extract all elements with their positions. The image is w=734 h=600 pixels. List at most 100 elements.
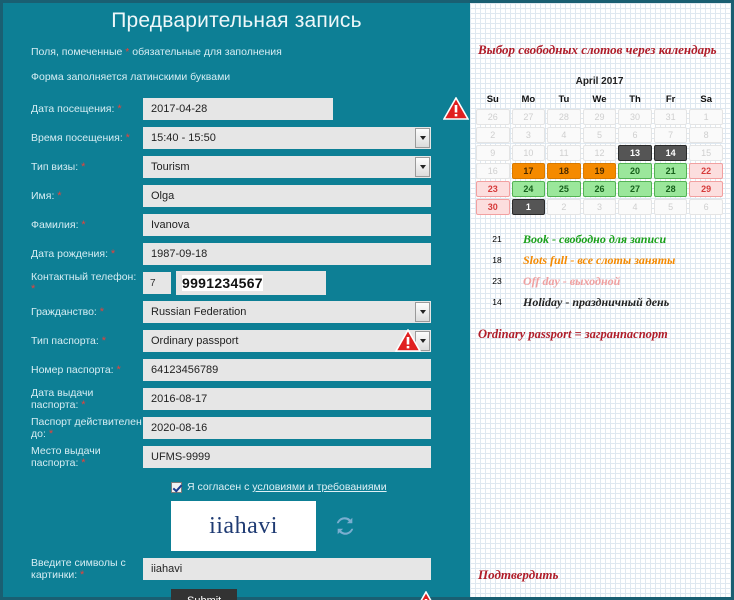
calendar-day-cell[interactable]: 20 xyxy=(618,163,652,179)
select-value[interactable]: Russian Federation xyxy=(143,301,431,323)
calendar-day-cell: 15 xyxy=(689,145,723,161)
captcha-row: iiahavi xyxy=(171,501,470,551)
calendar-widget[interactable]: April 2017 Su Mo Tu We Th Fr Sa 26 27 28 29 30 31 1 2… xyxy=(474,76,725,217)
required-star: * xyxy=(116,364,121,376)
select-value[interactable]: 15:40 - 15:50 xyxy=(143,127,431,149)
calendar-day-cell[interactable]: 29 xyxy=(689,181,723,197)
calendar-day-cell[interactable]: 27 xyxy=(618,181,652,197)
calendar-day-cell[interactable]: 13 xyxy=(618,145,652,161)
calendar-day-cell: 4 xyxy=(547,127,581,143)
required-star: * xyxy=(81,399,86,411)
text-input[interactable]: 2020-08-16 xyxy=(143,417,431,439)
calendar-day-cell[interactable]: 17 xyxy=(511,163,546,179)
calendar-day-cell[interactable]: 21 xyxy=(653,163,688,179)
calendar-day-cell[interactable]: 30 xyxy=(476,199,510,215)
legend-label: Off day - выходной xyxy=(523,274,621,288)
calendar-day-cell[interactable]: 26 xyxy=(582,181,617,197)
calendar-weekday: Th xyxy=(629,94,641,105)
text-input[interactable]: 2017-04-28 xyxy=(143,98,333,120)
required-star: * xyxy=(99,306,105,318)
required-star: * xyxy=(31,283,36,295)
select-field[interactable]: Ordinary passport xyxy=(143,330,431,352)
calendar-week-row: 2345678 xyxy=(476,127,723,143)
select-field[interactable]: 15:40 - 15:50 xyxy=(143,127,431,149)
captcha-input[interactable]: iiahavi xyxy=(143,558,431,580)
calendar-day-cell: 10 xyxy=(511,145,546,161)
legend-row: 23 Off day - выходной xyxy=(480,271,731,292)
warning-icon-visit-date xyxy=(443,97,469,120)
form-row: Номер паспорта: * 64123456789 xyxy=(3,356,470,384)
text-input[interactable]: 64123456789 xyxy=(143,359,431,381)
calendar-weekday: Tu xyxy=(558,94,570,105)
warning-icon-submit xyxy=(413,591,439,600)
calendar-day-cell: 16 xyxy=(476,163,510,179)
calendar-body[interactable]: 26 27 28 29 30 31 1 2 3 4 5 6 7 8 9 10 11 12 13 14 15 16 17 18 1… xyxy=(476,109,723,215)
required-star: * xyxy=(57,190,62,202)
calendar-day-cell: 28 xyxy=(547,109,581,125)
field-label: Время посещения: * xyxy=(31,132,130,144)
field-label: Фамилия: * xyxy=(31,219,86,231)
calendar-week-row: 26 27 28 29 30 31 1 xyxy=(476,109,723,125)
form-row: Дата рождения: * 1987-09-18 xyxy=(3,240,470,268)
calendar-legend: 21 Book - свободно для записи 18 Slots full… xyxy=(480,229,731,313)
calendar-heading: Выбор свободных слотов через календарь xyxy=(478,42,717,57)
calendar-day-cell[interactable]: 25 xyxy=(547,181,581,197)
phone-country-code[interactable]: 7 xyxy=(143,272,171,294)
form-row: Паспорт действителен до: * 2020-08-16 xyxy=(3,414,470,442)
calendar-day-cell: 6 xyxy=(689,199,723,215)
chevron-down-icon[interactable] xyxy=(415,157,430,177)
calendar-day-cell: 11 xyxy=(547,145,581,161)
field-label: Паспорт действителен до: * xyxy=(31,416,142,440)
calendar-weekday: Su xyxy=(486,94,499,105)
submit-button[interactable]: Submit xyxy=(171,589,238,600)
text-input[interactable]: Olga xyxy=(143,185,431,207)
select-value[interactable]: Ordinary passport xyxy=(143,330,431,352)
select-field[interactable]: Tourism xyxy=(143,156,431,178)
text-input[interactable]: Ivanova xyxy=(143,214,431,236)
calendar-day-cell[interactable]: 14 xyxy=(653,145,688,161)
text-input[interactable]: 2016-08-17 xyxy=(143,388,431,410)
required-star: * xyxy=(117,103,122,115)
legend-swatch: 14 xyxy=(492,297,502,307)
required-star: * xyxy=(81,457,86,469)
calendar-day-cell[interactable]: 19 xyxy=(582,163,617,179)
select-field[interactable]: Russian Federation xyxy=(143,301,431,323)
legend-label: Book - свободно для записи xyxy=(523,232,667,246)
calendar-day-cell[interactable]: 18 xyxy=(547,163,581,179)
field-label: Контактный телефон: * xyxy=(31,271,137,295)
chevron-down-icon[interactable] xyxy=(415,128,430,148)
calendar-day-cell[interactable]: 22 xyxy=(689,163,723,179)
required-star: * xyxy=(101,335,106,347)
form-row: Гражданство: * Russian Federation xyxy=(3,298,470,326)
calendar-day-cell: 2 xyxy=(476,127,510,143)
select-value[interactable]: Tourism xyxy=(143,156,431,178)
calendar-week-row: 30 1 2 3 4 5 6 xyxy=(476,199,723,215)
form-row: Контактный телефон: * 7 9991234567 xyxy=(3,269,470,297)
phone-number-input[interactable]: 9991234567 xyxy=(176,271,326,295)
calendar-day-cell[interactable]: 24 xyxy=(511,181,546,197)
calendar-day-cell: 30 xyxy=(618,109,652,125)
required-star: * xyxy=(110,248,116,260)
form-panel: Предварительная запись Поля, помеченные … xyxy=(0,0,470,600)
calendar-day-cell[interactable]: 23 xyxy=(476,181,510,197)
agreement-row[interactable]: Я согласен с условиями и требованиями xyxy=(171,479,470,495)
calendar-day-cell[interactable]: 1 xyxy=(511,199,546,215)
refresh-captcha-icon[interactable] xyxy=(334,515,356,537)
calendar-day-cell: 3 xyxy=(511,127,546,143)
required-star: * xyxy=(81,219,86,231)
text-input[interactable]: 1987-09-18 xyxy=(143,243,431,265)
confirm-label: Подтвердить xyxy=(478,567,559,582)
terms-link[interactable]: условиями и требованиями xyxy=(252,481,386,493)
calendar-table[interactable]: Su Mo Tu We Th Fr Sa 26 27 28 29 30 31 1 2 3 4 5 6 7 8 9 10 11… xyxy=(474,92,725,217)
form-row: Тип визы: * Tourism xyxy=(3,153,470,181)
submit-row: Submit xyxy=(3,589,470,600)
text-input[interactable]: UFMS-9999 xyxy=(143,446,431,468)
calendar-weekday: Fr xyxy=(665,94,676,105)
form-rows: Дата посещения: * 2017-04-28 Время посещен… xyxy=(3,95,470,471)
calendar-day-cell: 12 xyxy=(582,145,617,161)
calendar-day-cell[interactable]: 28 xyxy=(653,181,688,197)
field-label: Дата выдачи паспорта: * xyxy=(31,387,94,411)
legend-label: Holiday - праздничный день xyxy=(523,295,670,309)
agreement-checkbox[interactable] xyxy=(171,481,182,493)
chevron-down-icon[interactable] xyxy=(415,302,430,322)
